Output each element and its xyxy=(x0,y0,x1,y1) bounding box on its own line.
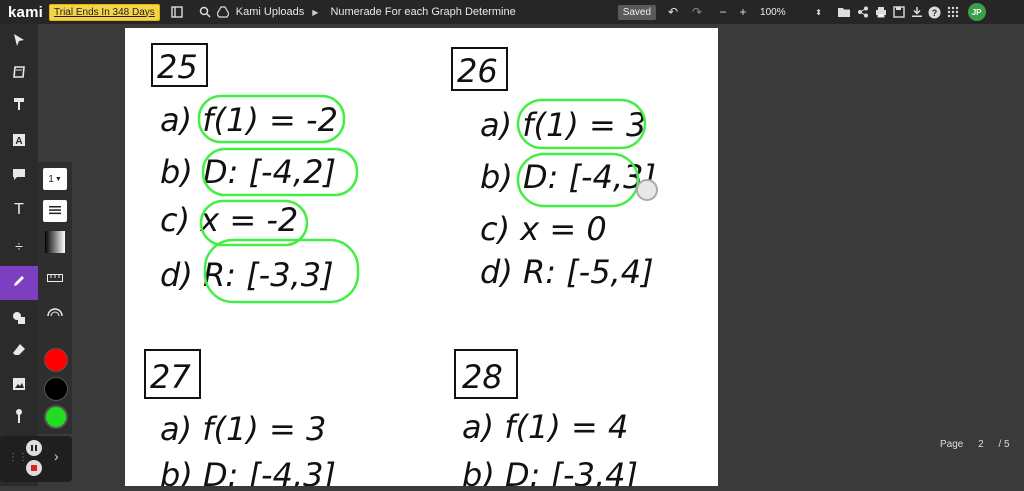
problem-number: 28 xyxy=(462,358,503,396)
answer-a: a) f(1) = 3 xyxy=(160,410,326,448)
image-icon xyxy=(12,377,26,396)
arc-icon xyxy=(47,307,63,320)
protractor-button[interactable] xyxy=(43,302,67,324)
comment-icon xyxy=(12,167,26,186)
page-label: Page xyxy=(940,439,964,450)
select-tool-button[interactable] xyxy=(0,26,38,58)
line-style-button[interactable] xyxy=(43,200,67,222)
sidebar-toggle-icon[interactable] xyxy=(168,3,186,21)
problem-number: 27 xyxy=(150,358,191,396)
undo-icon[interactable]: ↶ xyxy=(664,3,682,21)
chevron-right-icon[interactable]: › xyxy=(54,448,59,464)
pen-icon xyxy=(12,274,26,293)
answer-a: a) f(1) = 4 xyxy=(462,408,628,446)
ruler-button[interactable] xyxy=(43,268,67,290)
answer-d: d) R: [-5,4] xyxy=(480,253,654,291)
select-icon xyxy=(12,33,26,52)
apps-grid-icon[interactable] xyxy=(944,3,962,21)
eraser-tool-button[interactable] xyxy=(0,336,38,368)
svg-text:?: ? xyxy=(932,8,938,18)
print-icon[interactable] xyxy=(872,3,890,21)
eraser-icon xyxy=(12,343,26,362)
gradient-icon xyxy=(45,230,65,256)
answer-a: a) f(1) = -2 xyxy=(160,101,338,139)
equation-icon: ÷ xyxy=(15,238,23,254)
pin-tool-button[interactable] xyxy=(0,402,38,434)
color-swatch-green[interactable] xyxy=(44,405,68,429)
zoom-in-icon[interactable]: + xyxy=(734,3,752,21)
text-tool-button[interactable]: T xyxy=(0,194,38,226)
pen-size-value: 1 xyxy=(48,173,54,185)
paint-icon xyxy=(12,97,26,116)
share-icon[interactable] xyxy=(854,3,872,21)
opacity-button[interactable] xyxy=(43,230,67,256)
zoom-level[interactable]: 100% xyxy=(760,7,786,18)
answer-a: a) f(1) = 3 xyxy=(480,106,646,144)
page-total: / 5 xyxy=(998,439,1010,450)
text-icon: T xyxy=(14,201,24,218)
kami-logo[interactable]: kami xyxy=(8,4,43,21)
breadcrumb-separator-icon: ▶ xyxy=(312,7,319,17)
document-title[interactable]: Numerade For each Graph Determine xyxy=(330,6,515,18)
zoom-out-icon[interactable]: − xyxy=(714,3,732,21)
color-swatch-black[interactable] xyxy=(44,377,68,401)
paint-tool-button[interactable] xyxy=(0,90,38,122)
trial-badge[interactable]: Trial Ends In 348 Days xyxy=(49,3,160,21)
shapes-tool-button[interactable] xyxy=(0,304,38,336)
saved-status-badge: Saved xyxy=(617,4,657,20)
answer-b: b) D: [-3,4] xyxy=(462,456,638,486)
save-icon[interactable] xyxy=(890,3,908,21)
drive-icon xyxy=(214,3,232,21)
document-page[interactable]: 25 a) f(1) = -2 b) D: [-4,2] c) x = -2 d… xyxy=(125,28,718,491)
answer-c: c) x = 0 xyxy=(480,210,607,248)
drag-handle-icon[interactable]: ⋮⋮ xyxy=(8,452,28,463)
color-swatch-red[interactable] xyxy=(44,348,68,372)
search-icon[interactable] xyxy=(196,3,214,21)
recorder-control: ⋮⋮ › xyxy=(0,436,72,482)
zoom-dropdown-icon[interactable]: ⬍ xyxy=(810,3,828,21)
image-tool-button[interactable] xyxy=(0,370,38,402)
equation-tool-button[interactable]: ÷ xyxy=(0,230,38,262)
user-avatar[interactable]: JP xyxy=(967,3,986,21)
top-toolbar: kami Trial Ends In 348 Days Kami Uploads… xyxy=(0,0,1024,24)
folder-open-icon[interactable] xyxy=(836,3,854,21)
svg-text:A: A xyxy=(15,136,22,147)
answer-d: d) R: [-3,3] xyxy=(160,256,334,294)
shapes-icon xyxy=(12,311,26,330)
stop-icon[interactable] xyxy=(26,460,42,476)
answer-b: b) D: [-4,2] xyxy=(160,153,336,191)
lines-icon xyxy=(49,205,61,218)
handwriting-canvas: 25 a) f(1) = -2 b) D: [-4,2] c) x = -2 d… xyxy=(144,43,658,491)
ruler-icon xyxy=(47,273,63,285)
answer-b: b) D: [-4,3] xyxy=(160,456,336,486)
pen-options-panel: 1 ▼ xyxy=(38,162,72,434)
pen-tool-button[interactable] xyxy=(0,266,38,300)
comment-tool-button[interactable] xyxy=(0,160,38,192)
breadcrumb-folder[interactable]: Kami Uploads xyxy=(236,6,304,18)
pin-icon xyxy=(13,408,25,429)
download-icon[interactable] xyxy=(908,3,926,21)
tool-sidebar: A T ÷ xyxy=(0,24,38,486)
pen-size-select[interactable]: 1 ▼ xyxy=(43,168,67,190)
answer-c: c) x = -2 xyxy=(160,201,298,239)
chevron-down-icon: ▼ xyxy=(54,175,62,183)
redo-icon[interactable]: ↷ xyxy=(688,3,706,21)
markup-icon: A xyxy=(12,133,26,152)
page-current-input[interactable]: 2 xyxy=(978,439,984,450)
reader-tool-button[interactable] xyxy=(0,58,38,90)
help-icon[interactable]: ? xyxy=(926,3,944,21)
markup-tool-button[interactable]: A xyxy=(0,126,38,158)
pause-icon[interactable] xyxy=(26,440,42,456)
page-indicator: Page 2 / 5 xyxy=(940,439,1022,450)
problem-number: 26 xyxy=(457,52,498,90)
problem-number: 25 xyxy=(157,48,198,86)
book-icon xyxy=(12,65,26,84)
answer-b: b) D: [-4,3] xyxy=(480,158,656,196)
pen-cursor xyxy=(636,179,658,201)
